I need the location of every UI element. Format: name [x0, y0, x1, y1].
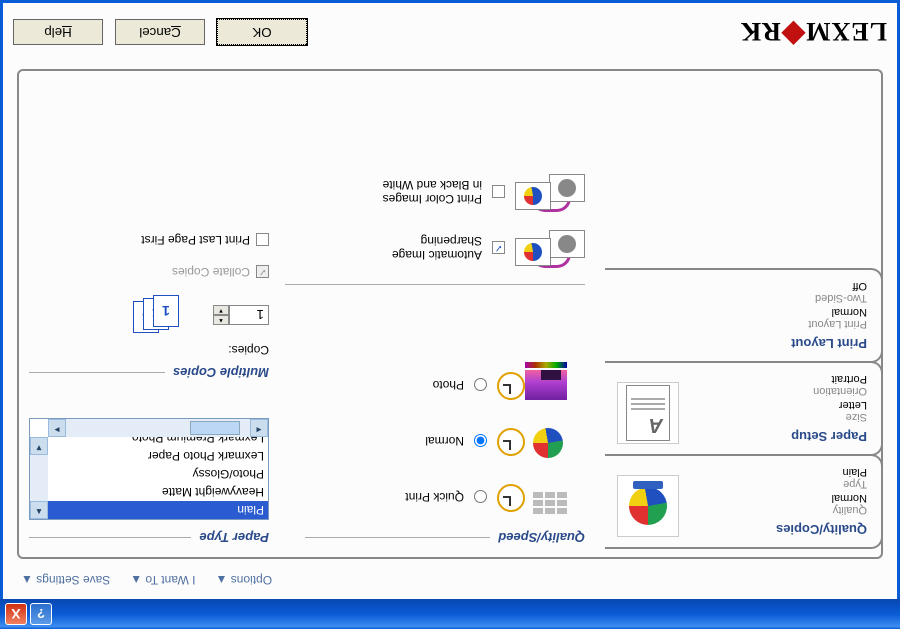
photo-quality-icon	[497, 366, 567, 404]
copies-label: Copies:	[29, 343, 269, 357]
image-options-group: ✓ Automatic Image Sharpening Print Color	[285, 156, 585, 285]
checkbox-icon[interactable]	[492, 186, 505, 199]
collate-copies-row: ✓ Collate Copies	[29, 265, 269, 279]
cancel-button[interactable]: Cancel	[115, 20, 205, 46]
menu-bar: Options ▲ I Want To ▲ Save Settings ▲	[11, 563, 889, 591]
quality-quick-print[interactable]: Quick Print	[305, 478, 567, 516]
pie-chart-icon	[617, 475, 679, 537]
horizontal-scrollbar[interactable]: ◂ ▸	[48, 419, 268, 437]
list-item[interactable]: Plain	[48, 501, 268, 519]
print-bw-row[interactable]: Print Color Images in Black and White	[285, 172, 585, 212]
auto-sharpen-row[interactable]: ✓ Automatic Image Sharpening	[285, 228, 585, 268]
spin-up-button[interactable]: ▴	[213, 315, 229, 325]
tab-print-layout[interactable]: Print Layout Print Layout Normal Two-Sid…	[605, 268, 883, 363]
scroll-thumb[interactable]	[190, 421, 240, 435]
dialog-body: Options ▲ I Want To ▲ Save Settings ▲ Qu…	[0, 0, 900, 599]
list-item[interactable]: Lexmark Premium Photo	[48, 437, 268, 447]
menu-i-want-to[interactable]: I Want To ▲	[130, 573, 195, 587]
checkbox-icon: ✓	[256, 266, 269, 279]
side-tabs: Quality/Copies Quality Normal Type Plain…	[605, 270, 883, 549]
checkbox-icon[interactable]	[256, 234, 269, 247]
document-icon	[617, 382, 679, 444]
bw-icon	[515, 172, 585, 212]
tab-paper-setup[interactable]: Paper Setup Size Letter Orientation Port…	[605, 361, 883, 456]
scroll-left-button[interactable]: ◂	[250, 419, 268, 437]
scroll-right-button[interactable]: ▸	[48, 419, 66, 437]
lexmark-logo: LEXM◆RK	[740, 15, 887, 50]
menu-options[interactable]: Options ▲	[216, 573, 273, 587]
quality-normal[interactable]: Normal	[305, 422, 567, 460]
multiple-copies-group: Multiple Copies Copies: ▴ ▾ 321	[29, 233, 269, 380]
paper-type-listbox[interactable]: Plain Heavyweight Matte Photo/Glossy Lex…	[29, 418, 269, 520]
vertical-scrollbar[interactable]: ▴ ▾	[30, 437, 48, 519]
scroll-down-button[interactable]: ▾	[30, 437, 48, 455]
spin-down-button[interactable]: ▾	[213, 305, 229, 315]
scroll-up-button[interactable]: ▴	[30, 501, 48, 519]
tab-title: Quality/Copies	[689, 522, 867, 537]
tab-quality-copies[interactable]: Quality/Copies Quality Normal Type Plain	[605, 454, 883, 549]
copies-input[interactable]	[229, 305, 269, 325]
normal-quality-icon	[497, 422, 567, 460]
titlebar-help-button[interactable]: ?	[30, 603, 52, 625]
list-item[interactable]: Heavyweight Matte	[48, 483, 268, 501]
content-panel: Quality/Speed Quick Print No	[29, 81, 595, 545]
quality-photo[interactable]: Photo	[305, 366, 567, 404]
sharpen-icon	[515, 228, 585, 268]
help-button[interactable]: Help	[13, 20, 103, 46]
checkbox-icon[interactable]: ✓	[492, 242, 505, 255]
menu-save-settings[interactable]: Save Settings ▲	[21, 573, 110, 587]
window-titlebar: ? X	[0, 599, 900, 629]
list-item[interactable]: Photo/Glossy	[48, 465, 268, 483]
collate-icon: 321	[133, 297, 183, 333]
quick-print-icon	[497, 478, 567, 516]
quality-speed-group: Quality/Speed Quick Print No	[305, 348, 585, 545]
print-last-first-row[interactable]: Print Last Page First	[29, 233, 269, 247]
list-item[interactable]: Lexmark Photo Paper	[48, 447, 268, 465]
copies-spinner[interactable]: ▴ ▾	[213, 305, 269, 325]
main-panel: Quality/Copies Quality Normal Type Plain…	[17, 69, 883, 559]
titlebar-close-button[interactable]: X	[5, 603, 27, 625]
bottom-bar: LEXM◆RK OK Cancel Help	[13, 15, 887, 50]
paper-type-group: Paper Type Plain Heavyweight Matte Photo…	[29, 418, 269, 545]
ok-button[interactable]: OK	[217, 20, 307, 46]
